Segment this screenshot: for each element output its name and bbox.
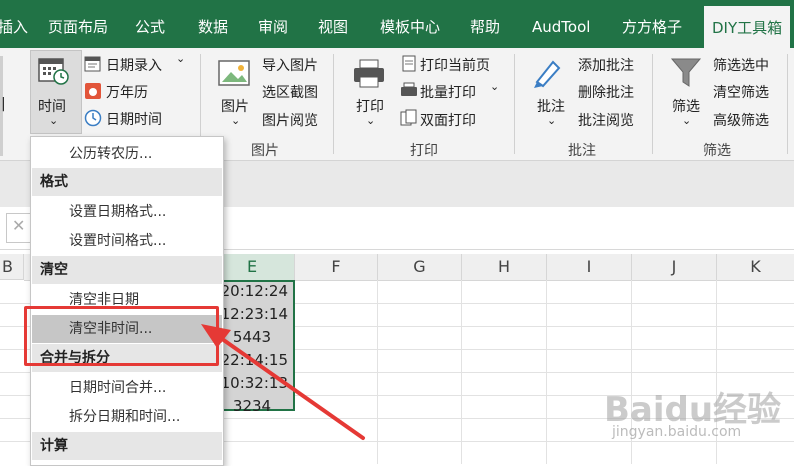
menu-header-format: 格式 <box>32 168 222 196</box>
printer-icon <box>354 59 384 88</box>
picture-view-button[interactable]: 图片阅览 <box>262 110 318 130</box>
chevron-down-icon: ⌄ <box>366 114 376 127</box>
group-label-print: 打印 <box>410 143 438 159</box>
column-header-h[interactable]: H <box>462 254 547 281</box>
clear-filter-button[interactable]: 清空筛选 <box>713 82 769 102</box>
menu-header-label: 计算 <box>40 438 68 454</box>
menu-header-label: 清空 <box>40 262 68 278</box>
tab-data[interactable]: 数据 <box>198 0 228 48</box>
picture-button[interactable]: 图片 <box>221 96 249 116</box>
menu-item-set-time-format[interactable]: 设置时间格式... <box>69 227 166 255</box>
gridline <box>377 280 378 464</box>
annotation-pen-icon <box>534 60 561 88</box>
tab-insert[interactable]: 插入 <box>0 0 28 48</box>
filter-selected-button[interactable]: 筛选选中 <box>713 55 769 75</box>
chevron-down-icon[interactable]: ⌄ <box>176 52 185 65</box>
group-label-picture: 图片 <box>251 143 279 159</box>
baidu-watermark-url: jingyan.baidu.com <box>612 424 742 440</box>
date-time-button[interactable]: 日期时间 <box>106 109 162 129</box>
menu-item-split-date-time[interactable]: 拆分日期和时间... <box>69 403 180 431</box>
annotation-highlight-box <box>24 306 219 366</box>
menu-item-solar-to-lunar[interactable]: 公历转农历... <box>69 140 152 168</box>
column-header-j[interactable]: J <box>632 254 717 281</box>
duplex-print-button[interactable]: 双面打印 <box>420 110 476 130</box>
print-current-page-button[interactable]: 打印当前页 <box>420 55 490 75</box>
column-header-k[interactable]: K <box>717 254 794 281</box>
print-button[interactable]: 打印 <box>356 96 384 116</box>
tab-help[interactable]: 帮助 <box>470 0 500 48</box>
chevron-down-icon[interactable]: ⌄ <box>490 80 499 93</box>
annotation-arrow-icon <box>201 324 365 440</box>
group-separator <box>652 54 653 154</box>
tab-fangfang[interactable]: 方方格子 <box>622 0 682 48</box>
ribbon-tab-bar: 插入 页面布局 公式 数据 审阅 视图 模板中心 帮助 AudTool 方方格子… <box>0 0 794 48</box>
chevron-down-icon: ⌄ <box>547 114 557 127</box>
gridline <box>546 280 547 464</box>
chevron-down-icon: ⌄ <box>231 114 241 127</box>
batch-print-button[interactable]: 批量打印 <box>420 82 476 102</box>
tab-view[interactable]: 视图 <box>318 0 348 48</box>
group-separator <box>333 54 334 154</box>
annotation-view-button[interactable]: 批注阅览 <box>578 110 634 130</box>
group-separator <box>787 54 788 154</box>
menu-header-calculate: 计算 <box>32 432 222 460</box>
delete-annotation-button[interactable]: 删除批注 <box>578 82 634 102</box>
date-entry-icon <box>84 56 101 72</box>
print-page-icon <box>402 55 416 72</box>
column-header-f[interactable]: F <box>295 254 378 281</box>
column-header-b[interactable]: B <box>0 254 24 280</box>
calendar-clock-icon <box>38 58 69 85</box>
filter-funnel-icon <box>670 58 702 87</box>
menu-item-set-date-format[interactable]: 设置日期格式... <box>69 198 166 226</box>
group-separator <box>514 54 515 154</box>
gridline <box>461 280 462 464</box>
picture-icon <box>218 60 250 86</box>
batch-print-icon <box>401 82 417 96</box>
tab-formulas[interactable]: 公式 <box>135 0 165 48</box>
cancel-icon[interactable]: ✕ <box>12 216 25 235</box>
perpetual-calendar-button[interactable]: 万年历 <box>106 82 148 102</box>
column-header-g[interactable]: G <box>378 254 462 281</box>
annotate-button[interactable]: 批注 <box>537 96 565 116</box>
group-label-annotation: 批注 <box>568 143 596 159</box>
filter-button[interactable]: 筛选 <box>672 96 700 116</box>
perpetual-calendar-icon <box>85 83 101 99</box>
tab-page-layout[interactable]: 页面布局 <box>48 0 108 48</box>
import-picture-button[interactable]: 导入图片 <box>262 55 318 75</box>
tab-review[interactable]: 审阅 <box>258 0 288 48</box>
add-annotation-button[interactable]: 添加批注 <box>578 55 634 75</box>
date-entry-button[interactable]: 日期录入 <box>106 55 162 75</box>
tab-audtool[interactable]: AudTool <box>532 0 590 48</box>
menu-header-label: 格式 <box>40 174 68 190</box>
cut-label: | <box>1 96 6 112</box>
tab-diy-toolbox[interactable]: DIY工具箱 <box>704 6 791 48</box>
chevron-down-icon: ⌄ <box>682 114 692 127</box>
menu-item-merge-date-time[interactable]: 日期时间合并... <box>69 374 166 402</box>
screenshot-region-button[interactable]: 选区截图 <box>262 82 318 102</box>
column-header-i[interactable]: I <box>547 254 632 281</box>
time-button-label: 时间 <box>38 99 66 115</box>
chevron-down-icon: ⌄ <box>49 114 59 127</box>
menu-header-clear: 清空 <box>32 256 222 284</box>
tab-template-center[interactable]: 模板中心 <box>380 0 440 48</box>
duplex-print-icon <box>400 109 417 126</box>
advanced-filter-button[interactable]: 高级筛选 <box>713 110 769 130</box>
clock-icon <box>84 109 102 127</box>
group-label-filter: 筛选 <box>703 143 731 159</box>
